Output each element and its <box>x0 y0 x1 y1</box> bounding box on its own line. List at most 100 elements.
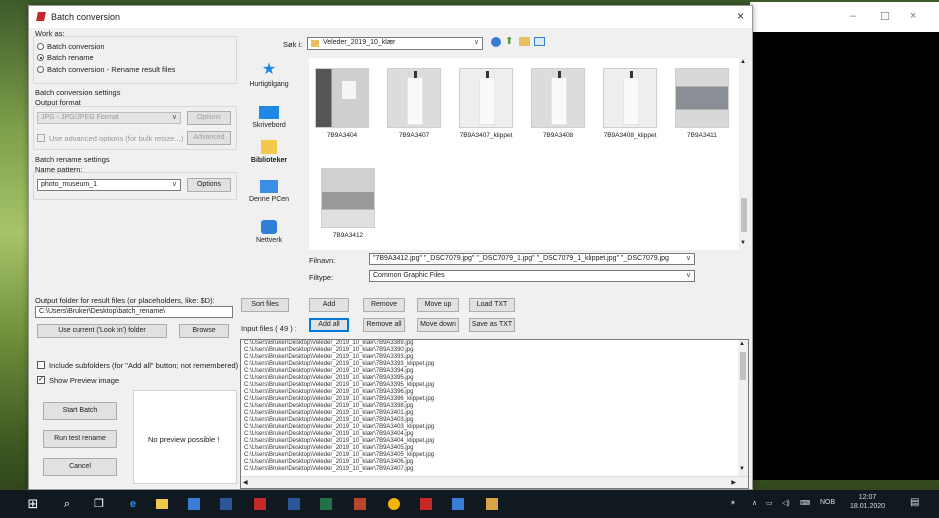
list-item[interactable]: C:\Users\Bruker\Desktop\Veleder_2019_10_… <box>241 424 748 431</box>
lookin-select[interactable]: Veleder_2019_10_klær ∨ <box>307 37 483 50</box>
place-desktop[interactable]: Skrivebord <box>241 106 297 129</box>
powerpoint-icon[interactable] <box>354 498 366 510</box>
sort-files-button[interactable]: Sort files <box>241 298 289 312</box>
app-icon[interactable] <box>220 498 232 510</box>
new-folder-icon[interactable] <box>519 37 530 46</box>
irfanview-icon[interactable] <box>420 498 432 510</box>
run-test-rename-button[interactable]: Run test rename <box>43 430 117 448</box>
excel-icon[interactable] <box>320 498 332 510</box>
clock[interactable]: 12:07 18.01.2020 <box>850 493 885 511</box>
list-item[interactable]: C:\Users\Bruker\Desktop\Veleder_2019_10_… <box>241 375 748 382</box>
notification-icon[interactable]: ▤ <box>910 497 919 508</box>
output-format-select[interactable]: JPG - JPG/JPEG Format ∨ <box>37 112 181 124</box>
place-libraries[interactable]: Biblioteker <box>241 140 297 164</box>
keyboard-icon[interactable]: ⌨ <box>800 499 810 507</box>
input-files-list[interactable]: C:\Users\Bruker\Desktop\Veleder_2019_10_… <box>240 339 749 489</box>
remove-button[interactable]: Remove <box>363 298 405 312</box>
scroll-down-icon[interactable]: ▼ <box>739 466 745 472</box>
file-grid-scrollbar[interactable]: ▲ ▼ <box>739 58 749 250</box>
file-item[interactable]: 7B9A3404 <box>311 68 373 148</box>
input-files-hscrollbar[interactable]: ◀ ▶ <box>241 476 748 488</box>
word-icon[interactable] <box>288 498 300 510</box>
battery-icon[interactable]: ▭ <box>766 499 773 507</box>
list-item[interactable]: C:\Users\Bruker\Desktop\Veleder_2019_10_… <box>241 396 748 403</box>
show-preview-checkbox[interactable]: ✓ <box>37 376 45 384</box>
up-folder-icon[interactable]: ⬆ <box>505 36 513 47</box>
move-down-button[interactable]: Move down <box>417 318 459 332</box>
maximize-button[interactable]: ☐ <box>880 10 890 23</box>
advanced-options-checkbox[interactable] <box>37 134 45 142</box>
search-icon[interactable]: ⌕ <box>60 497 74 511</box>
conversion-options-button[interactable]: Options <box>187 111 231 125</box>
list-item[interactable]: C:\Users\Bruker\Desktop\Veleder_2019_10_… <box>241 438 748 445</box>
file-item[interactable]: 7B9A3411 <box>671 68 733 148</box>
list-item[interactable]: C:\Users\Bruker\Desktop\Veleder_2019_10_… <box>241 382 748 389</box>
rename-options-button[interactable]: Options <box>187 178 231 192</box>
list-item[interactable]: C:\Users\Bruker\Desktop\Veleder_2019_10_… <box>241 403 748 410</box>
start-batch-button[interactable]: Start Batch <box>43 402 117 420</box>
name-pattern-input[interactable]: photo_museum_1 ∨ <box>37 179 181 191</box>
list-item[interactable]: C:\Users\Bruker\Desktop\Veleder_2019_10_… <box>241 466 748 473</box>
scrollbar-thumb[interactable] <box>741 198 747 232</box>
list-item[interactable]: C:\Users\Bruker\Desktop\Veleder_2019_10_… <box>241 354 748 361</box>
radio-conversion-rename[interactable] <box>37 66 44 73</box>
view-menu-icon[interactable] <box>534 37 545 46</box>
save-txt-button[interactable]: Save as TXT <box>469 318 515 332</box>
file-item[interactable]: 7B9A3412 <box>317 168 379 248</box>
edge-icon[interactable]: e <box>126 497 140 511</box>
app-icon[interactable] <box>452 498 464 510</box>
file-item[interactable]: 7B9A3407_klippet <box>455 68 517 148</box>
close-icon[interactable]: × <box>737 9 744 23</box>
list-item[interactable]: C:\Users\Bruker\Desktop\Veleder_2019_10_… <box>241 347 748 354</box>
chevron-up-icon[interactable]: ∧ <box>752 499 757 507</box>
chrome-icon[interactable] <box>388 498 400 510</box>
cancel-button[interactable]: Cancel <box>43 458 117 476</box>
list-item[interactable]: C:\Users\Bruker\Desktop\Veleder_2019_10_… <box>241 361 748 368</box>
start-icon[interactable]: ⊞ <box>26 497 40 511</box>
task-view-icon[interactable]: ❐ <box>92 497 106 511</box>
app-icon[interactable] <box>486 498 498 510</box>
file-item[interactable]: 7B9A3407 <box>383 68 445 148</box>
scroll-left-icon[interactable]: ◀ <box>243 479 248 486</box>
volume-icon[interactable]: ◁) <box>782 499 790 507</box>
browse-button[interactable]: Browse <box>179 324 229 338</box>
list-item[interactable]: C:\Users\Bruker\Desktop\Veleder_2019_10_… <box>241 445 748 452</box>
file-explorer-icon[interactable] <box>156 499 168 509</box>
file-item[interactable]: 7B9A3408_klippet <box>599 68 661 148</box>
scroll-down-icon[interactable]: ▼ <box>740 240 746 246</box>
include-subfolders-checkbox[interactable] <box>37 361 45 369</box>
list-item[interactable]: C:\Users\Bruker\Desktop\Veleder_2019_10_… <box>241 368 748 375</box>
add-button[interactable]: Add <box>309 298 349 312</box>
radio-batch-rename[interactable] <box>37 54 44 61</box>
scroll-up-icon[interactable]: ▲ <box>739 341 745 347</box>
filename-input[interactable]: "7B9A3412.jpg" "_DSC7079.jpg" "_DSC7079_… <box>369 253 695 265</box>
back-icon[interactable] <box>491 37 501 47</box>
list-item[interactable]: C:\Users\Bruker\Desktop\Veleder_2019_10_… <box>241 389 748 396</box>
close-button[interactable]: × <box>910 10 916 22</box>
remove-all-button[interactable]: Remove all <box>363 318 405 332</box>
list-item[interactable]: C:\Users\Bruker\Desktop\Veleder_2019_10_… <box>241 410 748 417</box>
list-item[interactable]: C:\Users\Bruker\Desktop\Veleder_2019_10_… <box>241 340 748 347</box>
place-quick-access[interactable]: ★ Hurtigtilgang <box>241 62 297 89</box>
people-icon[interactable]: ✶ <box>730 499 736 507</box>
acrobat-icon[interactable] <box>254 498 266 510</box>
move-up-button[interactable]: Move up <box>417 298 459 312</box>
place-this-pc[interactable]: Denne PCen <box>241 180 297 203</box>
scroll-up-icon[interactable]: ▲ <box>740 59 746 65</box>
file-item[interactable]: 7B9A3408 <box>527 68 589 148</box>
scroll-right-icon[interactable]: ▶ <box>731 479 736 486</box>
place-network[interactable]: Nettverk <box>241 220 297 244</box>
list-item[interactable]: C:\Users\Bruker\Desktop\Veleder_2019_10_… <box>241 431 748 438</box>
radio-batch-conversion[interactable] <box>37 43 44 50</box>
minimize-button[interactable]: – <box>850 10 856 22</box>
scrollbar-thumb[interactable] <box>740 352 746 380</box>
list-item[interactable]: C:\Users\Bruker\Desktop\Veleder_2019_10_… <box>241 459 748 466</box>
store-icon[interactable] <box>188 498 200 510</box>
load-txt-button[interactable]: Load TXT <box>469 298 515 312</box>
input-files-scrollbar[interactable]: ▲ ▼ <box>738 340 748 476</box>
advanced-button[interactable]: Advanced <box>187 131 231 145</box>
use-current-folder-button[interactable]: Use current ('Look in') folder <box>37 324 167 338</box>
language-indicator[interactable]: NOB <box>820 499 835 506</box>
output-folder-input[interactable]: C:\Users\Bruker\Desktop\batch_rename\ <box>35 306 233 318</box>
add-all-button[interactable]: Add all <box>309 318 349 332</box>
